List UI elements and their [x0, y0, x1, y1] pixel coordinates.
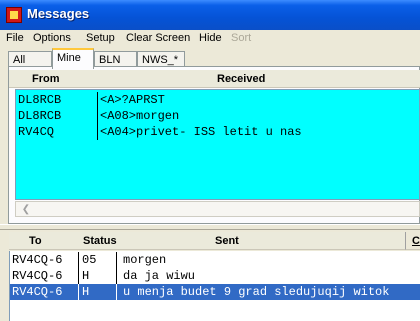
menu-setup[interactable]: Setup	[86, 31, 115, 45]
menu-file[interactable]: File	[6, 31, 24, 45]
sent-to: RV4CQ-6	[12, 269, 63, 283]
column-divider	[116, 252, 117, 268]
sent-row[interactable]: RV4CQ-6 H da ja wiwu	[10, 268, 420, 284]
received-text: <A>?APRST	[100, 93, 165, 107]
menu-bar: File Options Setup Clear Screen Hide Sor…	[0, 30, 420, 46]
menu-clear-screen[interactable]: Clear Screen	[126, 31, 190, 45]
sent-text: morgen	[123, 253, 167, 267]
column-divider	[78, 284, 79, 300]
column-to[interactable]: To	[29, 232, 42, 250]
column-status[interactable]: Status	[83, 232, 117, 250]
received-from: RV4CQ	[18, 125, 55, 139]
column-divider	[116, 284, 117, 300]
menu-hide[interactable]: Hide	[199, 31, 222, 45]
sent-row[interactable]: RV4CQ-6 05 morgen	[10, 252, 420, 268]
received-text: <A04>privet- ISS letit u nas	[100, 125, 302, 139]
sent-status: H	[82, 285, 90, 299]
received-row[interactable]: DL8RCB <A>?APRST	[18, 92, 418, 108]
sent-list[interactable]: RV4CQ-6 05 morgen RV4CQ-6 H da ja wiwu R…	[9, 251, 420, 321]
menu-sort: Sort	[231, 32, 252, 44]
received-list[interactable]: DL8RCB <A>?APRST DL8RCB <A08>morgen RV4C…	[15, 89, 420, 200]
pane-splitter[interactable]	[0, 224, 420, 230]
column-divider	[78, 252, 79, 268]
received-from: DL8RCB	[18, 93, 62, 107]
column-sent[interactable]: Sent	[215, 232, 239, 250]
received-row[interactable]: RV4CQ <A04>privet- ISS letit u nas	[18, 124, 418, 140]
column-divider	[97, 108, 98, 124]
sent-status: 05	[82, 253, 97, 267]
column-received[interactable]: Received	[217, 70, 265, 88]
sent-text: da ja wiwu	[123, 269, 196, 283]
tab-strip: All Mine BLN NWS_*	[0, 46, 420, 69]
column-divider	[78, 268, 79, 284]
window-title: Messages	[27, 6, 90, 21]
sent-status: H	[82, 269, 90, 283]
column-divider	[97, 92, 98, 108]
sent-to: RV4CQ-6	[12, 285, 63, 299]
received-from: DL8RCB	[18, 109, 62, 123]
received-row[interactable]: DL8RCB <A08>morgen	[18, 108, 418, 124]
sent-header: To Status Sent	[9, 232, 420, 250]
sent-to: RV4CQ-6	[12, 253, 63, 267]
app-icon[interactable]	[6, 7, 22, 23]
menu-options[interactable]: Options	[33, 31, 71, 45]
tab-mine[interactable]: Mine	[52, 48, 94, 69]
received-header: From Received	[9, 70, 420, 88]
horizontal-scrollbar[interactable]: ❮	[15, 201, 420, 217]
received-text: <A08>morgen	[100, 109, 180, 123]
scroll-left-arrow-icon[interactable]: ❮	[19, 204, 33, 216]
sent-row-selected[interactable]: RV4CQ-6 H u menja budet 9 grad sledujuqi…	[10, 284, 420, 300]
sent-text: u menja budet 9 grad sledujuqij witok	[123, 285, 390, 299]
column-from[interactable]: From	[32, 70, 60, 88]
column-divider	[116, 268, 117, 284]
column-divider	[97, 124, 98, 140]
clear-sent-button[interactable]: C	[405, 232, 420, 250]
